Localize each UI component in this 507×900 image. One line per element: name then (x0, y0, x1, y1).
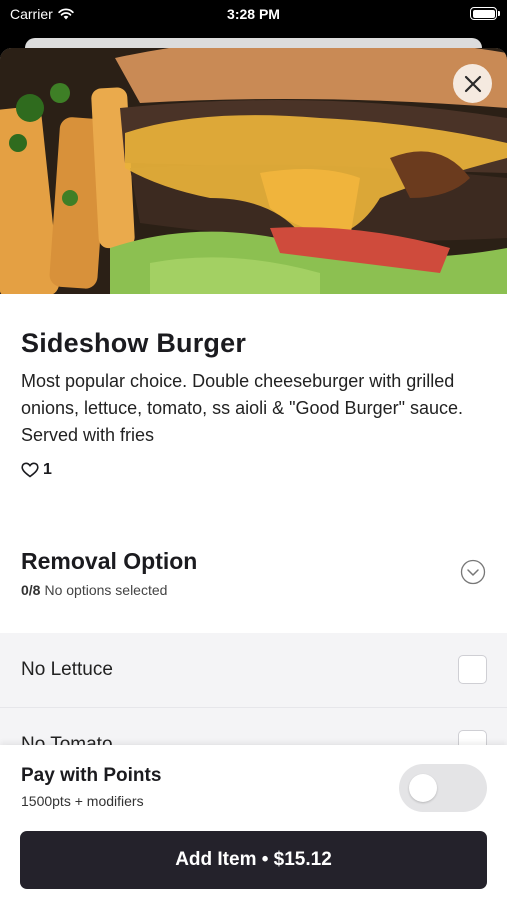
chevron-down-icon[interactable] (460, 559, 486, 585)
option-row-no-lettuce[interactable]: No Lettuce (0, 633, 507, 707)
add-item-button[interactable]: Add Item • $15.12 (20, 831, 487, 889)
item-title: Sideshow Burger (21, 328, 247, 358)
battery-icon (470, 7, 500, 20)
status-time: 3:28 PM (227, 6, 280, 22)
selection-status-text: No options selected (44, 582, 168, 598)
modifier-group-title: Removal Option (21, 548, 198, 574)
pay-with-points-title: Pay with Points (21, 765, 162, 786)
status-bar: Carrier 3:28 PM (0, 0, 507, 30)
close-button[interactable] (453, 64, 492, 103)
close-icon (464, 75, 481, 92)
selected-count: 0/8 (21, 582, 41, 598)
toggle-knob (409, 774, 437, 802)
pay-with-points-toggle[interactable] (399, 764, 487, 812)
item-detail-sheet: Sideshow Burger Most popular choice. Dou… (0, 48, 507, 900)
checkout-panel: Pay with Points 1500pts + modifiers Add … (0, 745, 507, 900)
like-button[interactable]: 1 (21, 461, 52, 479)
modifier-group-status: 0/8 No options selected (21, 582, 167, 598)
option-checkbox[interactable] (458, 655, 487, 684)
item-photo (0, 48, 507, 294)
heart-icon (21, 462, 39, 478)
pay-with-points-subtitle: 1500pts + modifiers (21, 793, 144, 809)
like-count: 1 (43, 461, 52, 478)
option-label: No Lettuce (21, 659, 113, 680)
item-description: Most popular choice. Double cheeseburger… (21, 371, 464, 445)
